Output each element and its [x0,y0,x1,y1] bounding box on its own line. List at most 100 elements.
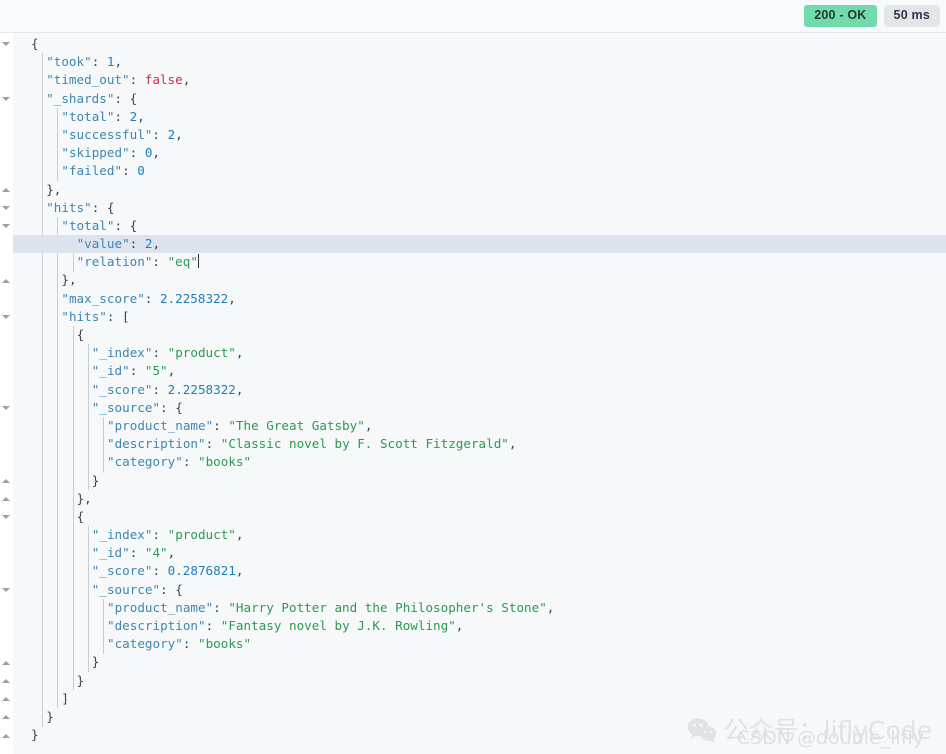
json-punctuation: : [205,618,221,633]
code-line[interactable]: "took": 1, [13,53,946,71]
json-punctuation: , [235,345,244,361]
json-punctuation: : [152,563,168,579]
code-line[interactable]: "_score": 2.2258322, [13,381,946,399]
code-line[interactable]: "_source": { [13,581,946,599]
code-line[interactable]: }, [13,490,946,508]
json-punctuation: { [31,36,39,51]
fold-collapse-icon[interactable] [2,35,11,53]
code-line[interactable]: } [13,726,946,744]
json-punctuation: : [129,72,145,88]
json-punctuation: , [137,108,145,124]
code-line[interactable]: "description": "Classic novel by F. Scot… [13,435,946,453]
fold-collapse-icon[interactable] [2,581,11,599]
fold-expand-icon[interactable] [2,654,11,672]
fold-collapse-icon[interactable] [2,217,11,235]
fold-collapse-icon[interactable] [2,308,11,326]
json-number-value: 0.2876821 [167,563,236,579]
json-punctuation: : { [114,90,138,106]
json-key: "product_name" [107,417,214,433]
fold-expand-icon[interactable] [2,690,11,708]
code-line[interactable]: "_index": "product", [13,526,946,544]
json-punctuation: : { [91,199,115,215]
code-line[interactable]: } [13,672,946,690]
json-punctuation: } [91,654,100,670]
code-line[interactable]: "category": "books" [13,635,946,653]
code-line[interactable]: { [13,508,946,526]
code-line[interactable]: }, [13,181,946,199]
json-punctuation: : [144,290,160,306]
json-punctuation: }, [61,272,77,288]
code-line[interactable]: "_score": 0.2876821, [13,562,946,580]
code-line[interactable]: }, [13,271,946,289]
fold-expand-icon[interactable] [2,727,11,745]
json-punctuation: , [235,563,244,579]
code-line[interactable]: "_index": "product", [13,344,946,362]
fold-expand-icon[interactable] [2,181,11,199]
code-line[interactable]: "_shards": { [13,90,946,108]
code-line[interactable]: "value": 2, [13,235,946,254]
json-string-value: "books" [198,454,252,470]
code-line[interactable]: "failed": 0 [13,162,946,180]
code-line[interactable]: "category": "books" [13,453,946,471]
code-line[interactable]: "product_name": "Harry Potter and the Ph… [13,599,946,617]
fold-expand-icon[interactable] [2,490,11,508]
code-line[interactable]: ] [13,690,946,708]
code-line[interactable]: } [13,472,946,490]
json-punctuation: } [46,708,54,724]
code-line[interactable]: "timed_out": false, [13,71,946,89]
json-punctuation: , [152,145,160,161]
json-punctuation: : [213,599,229,615]
code-line[interactable]: "_id": "5", [13,362,946,380]
json-punctuation: : [152,345,168,361]
json-punctuation: , [455,618,464,633]
code-line[interactable]: } [13,653,946,671]
fold-expand-icon[interactable] [2,472,11,490]
json-string-value: "eq" [167,254,198,270]
code-line[interactable]: } [13,708,946,726]
code-line[interactable]: "product_name": "The Great Gatsby", [13,417,946,435]
code-line[interactable]: "total": 2, [13,108,946,126]
text-caret [197,254,199,269]
json-key: "max_score" [61,290,145,306]
code-line[interactable]: "_id": "4", [13,544,946,562]
code-line[interactable]: "skipped": 0, [13,144,946,162]
response-viewer-window: 200 - OK 50 ms {"took": 1, "timed_out": f… [0,0,946,754]
fold-expand-icon[interactable] [2,672,11,690]
json-key: "_score" [91,563,153,579]
fold-collapse-icon[interactable] [2,199,11,217]
json-key: "_shards" [46,90,115,106]
code-line[interactable]: "total": { [13,217,946,235]
json-punctuation: : [122,163,138,179]
code-line[interactable]: "_source": { [13,399,946,417]
json-punctuation: : { [160,399,183,415]
code-line[interactable]: "relation": "eq" [13,253,946,271]
json-key: "_index" [91,345,153,361]
code-line[interactable]: { [13,35,946,53]
json-string-value: "5" [144,363,168,379]
json-string-value: "product" [167,527,236,543]
fold-collapse-icon[interactable] [2,508,11,526]
json-key: "total" [61,217,115,233]
fold-collapse-icon[interactable] [2,90,11,108]
json-punctuation: , [175,126,183,142]
code-line[interactable]: "successful": 2, [13,126,946,144]
code-line[interactable]: "hits": [ [13,308,946,326]
fold-collapse-icon[interactable] [2,399,11,417]
code-line[interactable]: "description": "Fantasy novel by J.K. Ro… [13,617,946,635]
fold-gutter[interactable] [0,33,13,754]
json-punctuation: , [167,363,176,379]
fold-expand-icon[interactable] [2,708,11,726]
json-punctuation: , [182,72,191,88]
json-punctuation: } [31,727,39,743]
code-pane[interactable]: { "took": 1, "timed_out": false, "_shards":… [13,33,946,754]
json-code-block[interactable]: { "took": 1, "timed_out": false, "_shards":… [13,33,946,744]
json-key: "took" [46,54,92,70]
code-line[interactable]: { [13,326,946,344]
code-line[interactable]: "hits": { [13,199,946,217]
code-line[interactable]: "max_score": 2.2258322, [13,290,946,308]
json-key: "_id" [91,545,130,561]
json-key: "category" [107,454,183,470]
json-response-viewer[interactable]: { "took": 1, "timed_out": false, "_shards":… [0,33,946,754]
fold-expand-icon[interactable] [2,272,11,290]
json-punctuation: , [114,54,123,70]
